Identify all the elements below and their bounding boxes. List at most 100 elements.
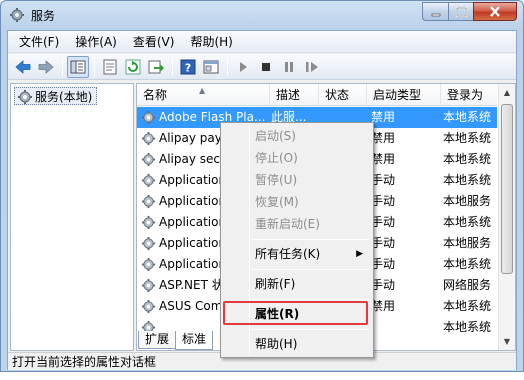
status-text: 打开当前选择的属性对话框 [12, 355, 157, 369]
service-gear-icon [141, 215, 156, 230]
cell-logon-as: 本地系统 [443, 257, 492, 271]
column-label: 登录为 [447, 88, 484, 102]
toolbar: ? [8, 54, 516, 80]
menu-item-label: 所有任务(K) [255, 247, 321, 261]
back-button[interactable] [12, 56, 34, 78]
list-header: 名称 ▲ 描述 状态 启动类型 登录为 [137, 84, 497, 106]
tab-standard[interactable]: 标准 [175, 331, 214, 350]
menu-item-label: 启动(S) [255, 129, 296, 143]
ctx-start-menu-item[interactable]: 启动(S) [223, 125, 371, 147]
cell-startup-type: 手动 [371, 194, 396, 208]
menu-bar: 文件(F) 操作(A) 查看(V) 帮助(H) [8, 31, 516, 53]
submenu-arrow-icon: ▶ [356, 249, 363, 259]
services-gear-icon [18, 90, 32, 104]
menu-item-label: 停止(O) [255, 151, 298, 165]
cell-logon-as: 本地系统 [443, 131, 492, 145]
ctx-refresh-menu-item[interactable]: 刷新(F) [223, 273, 371, 295]
start-service-button[interactable] [232, 56, 254, 78]
cell-startup-type: 禁用 [371, 299, 396, 313]
menu-item-label: 暂停(U) [255, 173, 298, 187]
close-icon [490, 6, 500, 17]
pause-service-button[interactable] [278, 56, 300, 78]
scroll-down-arrow-icon: ▼ [503, 337, 511, 346]
cell-startup-type [371, 317, 439, 338]
cell-startup-type: 禁用 [371, 131, 396, 145]
scroll-thumb[interactable] [501, 104, 513, 274]
cell-logon-as: 本地系统 [443, 299, 492, 313]
service-gear-icon [141, 110, 156, 125]
svg-text:?: ? [185, 61, 191, 74]
minimize-button[interactable] [422, 2, 448, 21]
console-button[interactable] [200, 56, 222, 78]
cell-startup-type: 手动 [371, 173, 396, 187]
menu-item-label: 恢复(M) [255, 195, 299, 209]
menu-view[interactable]: 查看(V) [128, 32, 180, 52]
column-label: 状态 [325, 88, 350, 102]
ctx-resume-menu-item[interactable]: 恢复(M) [223, 191, 371, 213]
services-gear-icon [10, 8, 24, 22]
column-label: 启动类型 [373, 88, 422, 102]
ctx-help-menu-item[interactable]: 帮助(H) [223, 333, 371, 355]
column-header-description[interactable]: 描述 [270, 84, 319, 106]
properties-button[interactable] [99, 56, 121, 78]
service-gear-icon [141, 194, 156, 209]
refresh-icon [125, 59, 141, 74]
service-gear-icon [141, 278, 156, 293]
tree-item-services-local[interactable]: 服务(本地) [14, 87, 98, 105]
close-button[interactable] [473, 2, 517, 21]
menu-item-label: 重新启动(E) [255, 217, 320, 231]
menu-action[interactable]: 操作(A) [70, 32, 122, 52]
help-icon: ? [180, 59, 196, 74]
menu-separator [251, 299, 369, 300]
column-label: 名称 [143, 88, 168, 102]
menu-file[interactable]: 文件(F) [14, 32, 64, 52]
console-tree-button[interactable] [67, 55, 89, 78]
menu-separator [251, 269, 369, 270]
caption-buttons [422, 2, 517, 22]
maximize-button[interactable] [448, 2, 473, 21]
column-header-name[interactable]: 名称 ▲ [137, 84, 270, 106]
column-header-logon-as[interactable]: 登录为 [441, 84, 497, 106]
title-bar[interactable]: 服务 [1, 1, 523, 29]
cell-startup-type: 手动 [371, 278, 396, 292]
restart-service-button[interactable] [301, 56, 323, 78]
stop-service-button[interactable] [255, 56, 277, 78]
menu-help[interactable]: 帮助(H) [185, 32, 237, 52]
vertical-scrollbar[interactable]: ▲ ▼ [498, 84, 515, 350]
cell-startup-type: 手动 [371, 215, 396, 229]
tab-extended[interactable]: 扩展 [138, 331, 177, 349]
toolbar-separator [172, 57, 173, 76]
help-button[interactable]: ? [177, 56, 199, 78]
toolbar-separator [94, 57, 95, 76]
console-tree-panel: 服务(本地) [10, 83, 134, 351]
menu-separator [251, 329, 369, 330]
export-icon [148, 60, 164, 73]
properties-icon [103, 59, 117, 74]
toolbar-separator [62, 57, 63, 76]
window-title: 服务 [31, 9, 56, 23]
menu-separator [251, 239, 369, 240]
cell-logon-as: 网络服务 [443, 278, 492, 292]
ctx-stop-menu-item[interactable]: 停止(O) [223, 147, 371, 169]
scroll-down-button[interactable]: ▼ [499, 333, 515, 350]
ctx-all-tasks-menu-item[interactable]: 所有任务(K) ▶ [223, 243, 371, 265]
refresh-button[interactable] [122, 56, 144, 78]
export-button[interactable] [145, 56, 167, 78]
back-arrow-icon [15, 59, 31, 74]
cell-logon-as: 本地系统 [443, 152, 492, 166]
forward-button[interactable] [35, 56, 57, 78]
console-tree-icon [70, 60, 86, 73]
properties-highlight-box [223, 301, 368, 325]
menu-item-label: 帮助(H) [255, 337, 298, 351]
tree-item-label: 服务(本地) [35, 90, 93, 104]
scroll-up-button[interactable]: ▲ [499, 84, 515, 101]
service-gear-icon [141, 131, 156, 146]
service-gear-icon [141, 257, 156, 272]
column-header-status[interactable]: 状态 [319, 84, 367, 106]
toolbar-separator [227, 57, 228, 76]
ctx-restart-menu-item[interactable]: 重新启动(E) [223, 213, 371, 235]
stop-icon [262, 62, 270, 71]
column-header-startup-type[interactable]: 启动类型 [367, 84, 441, 106]
cell-logon-as: 本地系统 [443, 110, 492, 124]
ctx-pause-menu-item[interactable]: 暂停(U) [223, 169, 371, 191]
